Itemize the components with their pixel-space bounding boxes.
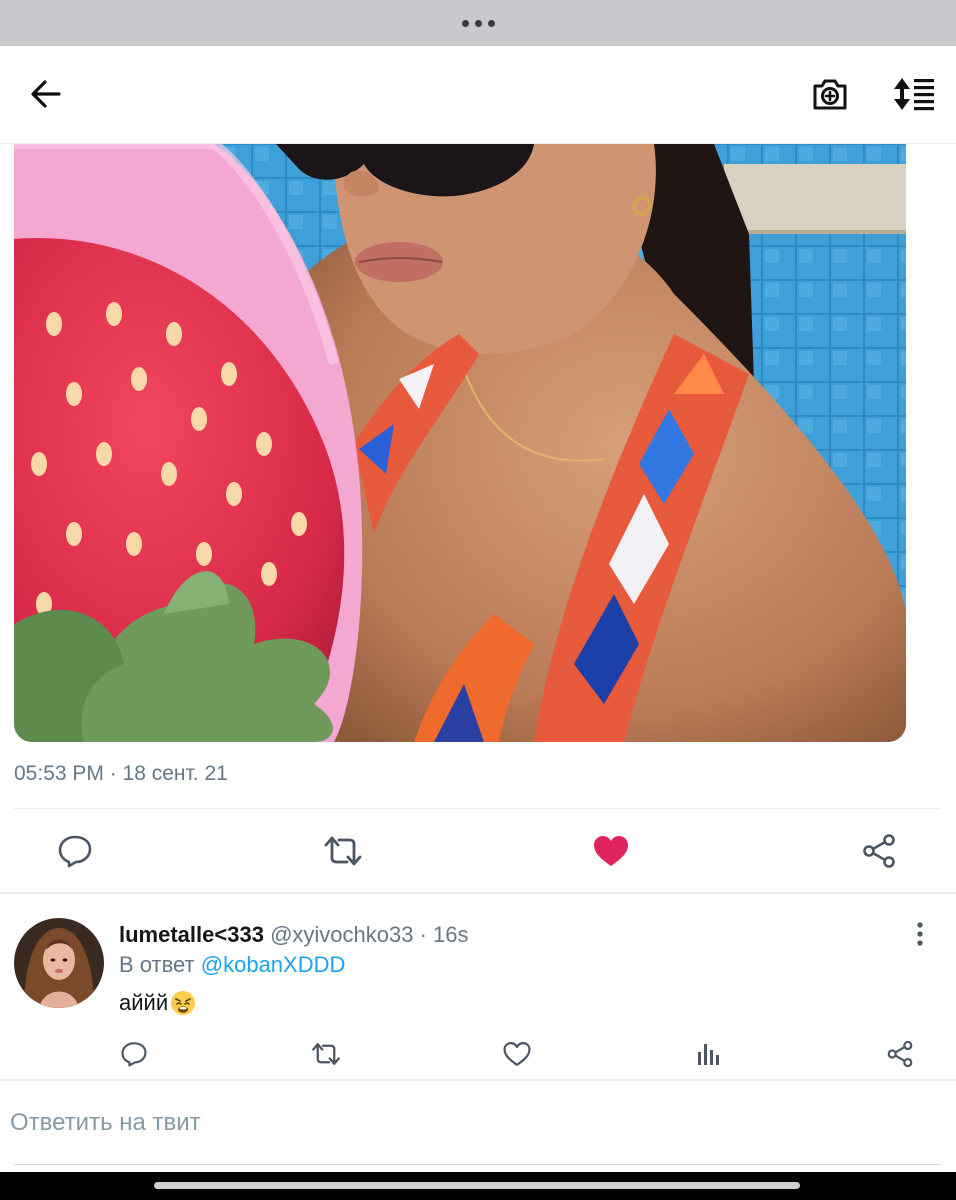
reply-composer <box>0 1081 956 1171</box>
input-underline <box>14 1164 940 1165</box>
retweet-button[interactable] <box>318 826 368 876</box>
reply-analytics-button[interactable] <box>689 1034 729 1074</box>
author-name[interactable]: lumetalle<333 <box>119 922 264 947</box>
reply-share-button[interactable] <box>880 1034 920 1074</box>
more-vertical-icon <box>917 922 923 946</box>
reply-input[interactable] <box>10 1101 940 1145</box>
reply-button[interactable] <box>50 826 100 876</box>
heart-icon <box>594 836 628 866</box>
avatar[interactable] <box>14 918 104 1008</box>
reply-retweet-button[interactable] <box>306 1034 346 1074</box>
analytics-icon <box>698 1044 719 1065</box>
reply-icon <box>58 835 92 868</box>
reply-to-prefix: В ответ <box>119 952 195 977</box>
camera-button[interactable] <box>808 72 852 116</box>
reply-reply-button[interactable] <box>114 1034 154 1074</box>
weary-face-emoji-icon <box>171 991 196 1015</box>
retweet-icon <box>324 836 362 866</box>
share-icon <box>863 834 895 868</box>
avatar-image <box>14 918 104 1008</box>
multitask-dots-icon[interactable] <box>461 19 495 27</box>
status-strip <box>0 0 956 46</box>
reply-body: аййй <box>119 990 196 1016</box>
reply-author-line: lumetalle<333 @xyivochko33 · 16s <box>119 922 468 948</box>
camera-plus-icon <box>813 79 847 110</box>
author-handle: @xyivochko33 · 16s <box>270 922 469 947</box>
tweet-photo[interactable] <box>14 144 906 742</box>
more-options-button[interactable] <box>906 920 934 948</box>
heart-outline-icon <box>503 1042 531 1066</box>
home-indicator[interactable] <box>154 1182 800 1189</box>
retweet-icon <box>312 1043 340 1065</box>
share-button[interactable] <box>854 826 904 876</box>
divider <box>14 808 940 809</box>
like-button[interactable] <box>586 826 636 876</box>
share-icon <box>887 1040 913 1068</box>
reply-to-mention[interactable]: @kobanXDDD <box>201 952 346 977</box>
reply-text: аййй <box>119 990 169 1015</box>
reply-like-button[interactable] <box>497 1034 537 1074</box>
sort-button[interactable] <box>892 72 936 116</box>
arrow-left-icon <box>31 80 61 108</box>
reply-tweet[interactable]: lumetalle<333 @xyivochko33 · 16s В ответ… <box>0 894 956 1079</box>
back-button[interactable] <box>24 72 68 116</box>
tweet-timestamp: 05:53 PM · 18 сент. 21 <box>14 762 228 785</box>
reply-icon <box>121 1042 147 1067</box>
top-bar <box>0 46 956 144</box>
photo-illustration <box>14 144 906 742</box>
reply-context: В ответ @kobanXDDD <box>119 952 345 978</box>
sort-list-icon <box>894 78 934 111</box>
